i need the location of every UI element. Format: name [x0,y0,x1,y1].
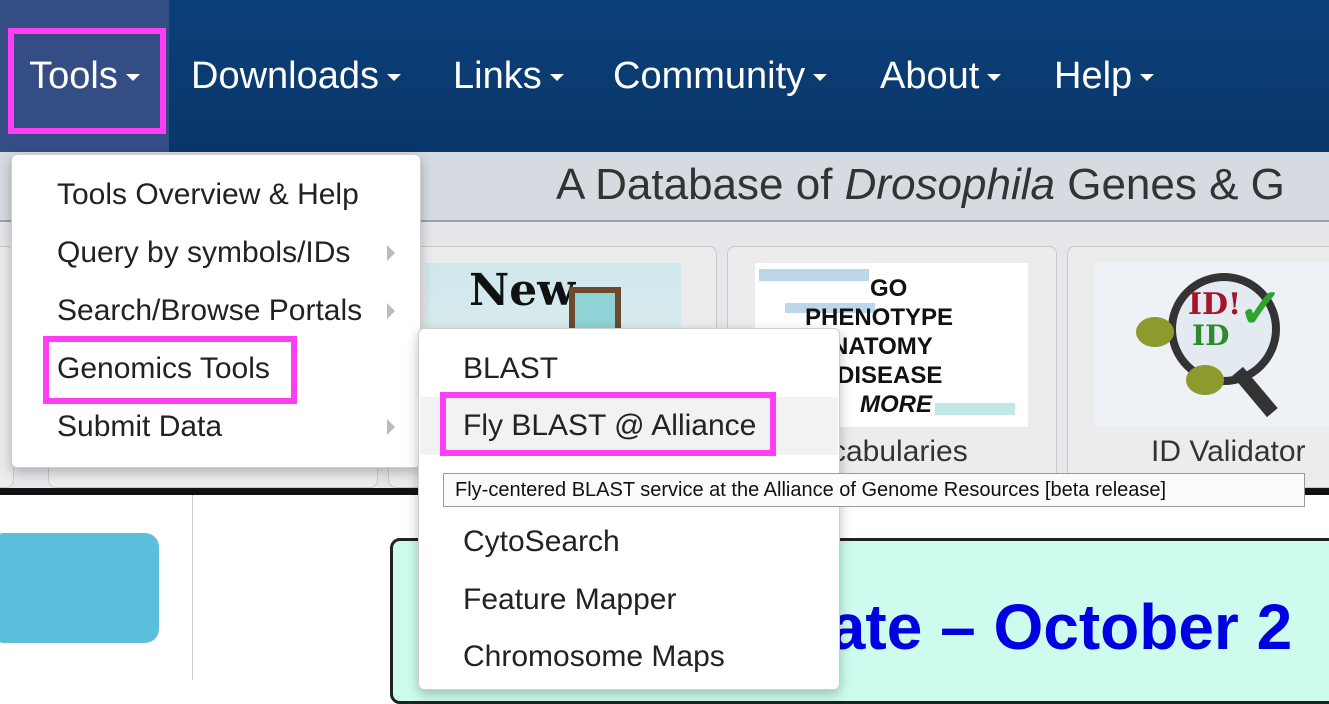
tooltip: Fly-centered BLAST service at the Allian… [443,473,1305,507]
highlight-box-fly-blast [440,392,776,456]
nav-about-label: About [880,54,980,97]
submenu-item-feature-mapper[interactable]: Feature Mapper [463,583,676,617]
fly-icon [1186,365,1224,395]
chevron-down-icon [1140,73,1155,81]
nav-community[interactable]: Community [613,0,828,152]
card-id-validator[interactable]: ID! ID ✓ ID Validator [1067,246,1329,488]
checkmark-icon: ✓ [1238,279,1284,339]
nav-downloads[interactable]: Downloads [191,0,401,152]
chevron-down-icon [813,73,828,81]
submenu-item-chromosome-maps[interactable]: Chromosome Maps [463,640,725,674]
left-action-button[interactable] [0,533,159,643]
menu-item-submit-data[interactable]: Submit Data [57,410,222,444]
new-badge-text: New [469,265,576,316]
nav-help-label: Help [1054,54,1133,97]
highlight-box-tools [8,28,166,134]
highlight-box-genomics [43,336,297,404]
subtitle-prefix: A Database of [556,160,845,209]
chevron-right-icon [387,303,395,319]
menu-item-tools-overview[interactable]: Tools Overview & Help [57,178,359,212]
idval-badge-second: ID [1192,319,1230,352]
idval-badge: ID! [1188,287,1242,322]
menu-item-query[interactable]: Query by symbols/IDs [57,236,350,270]
chevron-right-icon [387,419,395,435]
card-vocabularies-label: cabularies [831,435,968,468]
card-id-validator-label: ID Validator [1151,435,1306,468]
tree-diagram-icon [935,403,1015,415]
nav-downloads-label: Downloads [191,54,379,97]
column-divider [192,495,193,680]
page-subtitle: A Database of Drosophila Genes & G [556,160,1285,210]
news-title[interactable]: late – October 2 [812,590,1292,664]
menu-item-search-browse[interactable]: Search/Browse Portals [57,294,362,328]
submenu-item-blast[interactable]: BLAST [463,352,558,386]
submenu-item-cytosearch[interactable]: CytoSearch [463,525,620,559]
nav-help[interactable]: Help [1054,0,1155,152]
chevron-right-icon [387,245,395,261]
chevron-down-icon [549,73,564,81]
nav-links[interactable]: Links [453,0,564,152]
nav-community-label: Community [613,54,806,97]
vocab-line-go: GO [870,275,908,302]
subtitle-italic: Drosophila [844,160,1055,209]
vocab-line-more: MORE [860,391,932,418]
vocab-line-disease: DISEASE [837,362,943,389]
nav-about[interactable]: About [880,0,1002,152]
subtitle-suffix: Genes & G [1055,160,1285,209]
chevron-down-icon [987,73,1002,81]
chevron-down-icon [387,73,401,81]
nav-links-label: Links [453,54,542,97]
tree-diagram-icon [759,269,869,281]
vocab-line-anatomy: NATOMY [831,333,933,360]
fly-icon [1136,317,1174,347]
